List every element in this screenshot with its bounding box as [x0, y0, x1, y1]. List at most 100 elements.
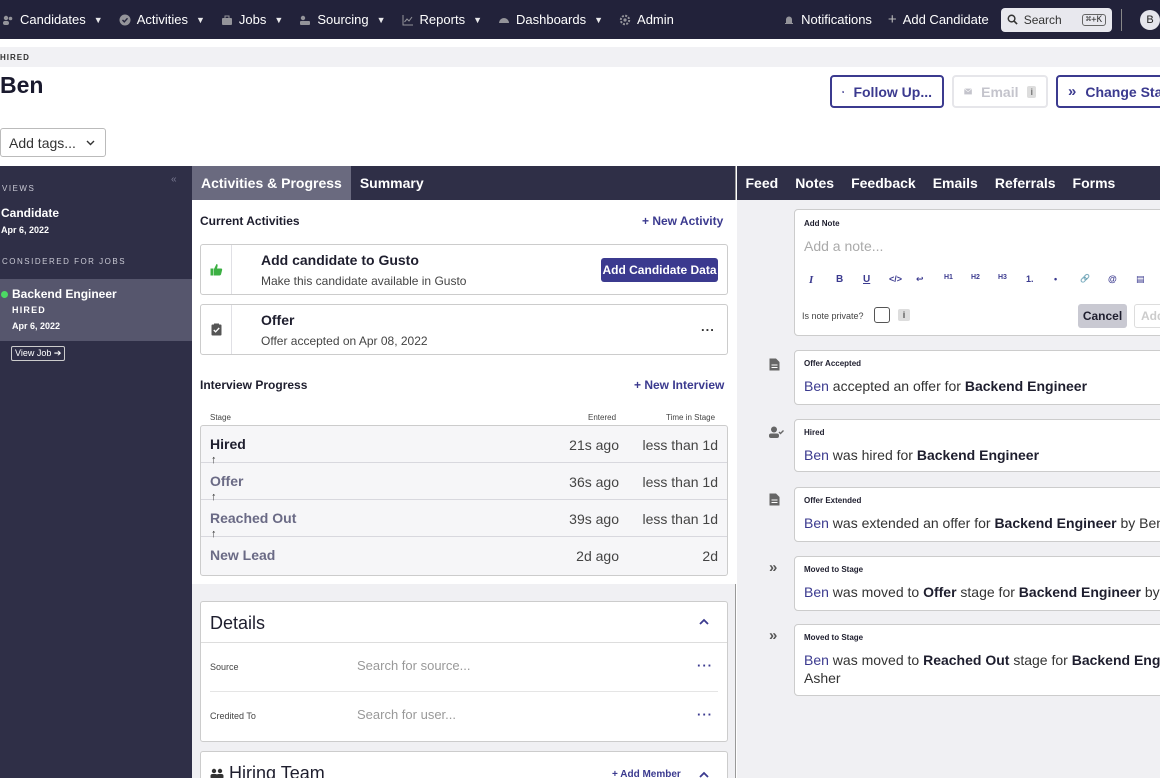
nav-candidates[interactable]: Candidates ▼: [0, 0, 111, 39]
feed-text-part: was hired for: [828, 447, 917, 463]
stage-time: less than 1d: [642, 437, 719, 453]
chevron-up-icon[interactable]: [699, 618, 709, 625]
add-member-label: Add Member: [620, 769, 681, 778]
h3-button[interactable]: H3: [998, 274, 1007, 281]
chevron-down-icon: ▼: [376, 14, 386, 25]
feed-text-part: was extended an offer for: [828, 515, 995, 531]
mention-button[interactable]: @: [1108, 274, 1117, 284]
nav-activities[interactable]: Activities ▼: [111, 0, 213, 39]
link-button[interactable]: 🔗: [1080, 274, 1090, 283]
view-item[interactable]: Candidate Apr 6, 2022: [1, 206, 59, 235]
stage-name: Hired: [210, 436, 246, 452]
more-options-icon[interactable]: ···: [697, 707, 713, 722]
feed-text-part: Asher: [804, 670, 841, 686]
nav-admin[interactable]: Admin: [611, 0, 682, 39]
nav-activities-label: Activities: [136, 12, 188, 27]
more-options-icon[interactable]: ...: [701, 319, 715, 334]
nav-jobs-label: Jobs: [238, 12, 267, 27]
details-title: Details: [210, 613, 266, 633]
tags-select[interactable]: Add tags...: [0, 128, 106, 157]
email-button[interactable]: Email i: [952, 75, 1048, 108]
nav-divider: [1121, 8, 1122, 31]
user-avatar[interactable]: B: [1140, 9, 1160, 30]
search-button[interactable]: Search ⌘+K: [1000, 7, 1112, 32]
add-candidate-button[interactable]: + Add Candidate: [880, 0, 997, 39]
new-interview-label: New Interview: [644, 378, 725, 392]
add-note-button[interactable]: Add: [1134, 304, 1160, 328]
new-activity-button[interactable]: + New Activity: [642, 214, 723, 228]
nav-reports[interactable]: Reports ▼: [394, 0, 490, 39]
collapse-sidebar-icon[interactable]: «: [171, 174, 177, 185]
user-check-icon: [769, 426, 784, 438]
chevron-up-icon[interactable]: [699, 771, 709, 778]
tags-placeholder: Add tags...: [9, 134, 76, 151]
nav-reports-label: Reports: [419, 12, 466, 27]
new-interview-button[interactable]: + New Interview: [634, 378, 724, 392]
change-stage-button[interactable]: » Change Stag: [1056, 75, 1160, 108]
italic-button[interactable]: I: [809, 274, 813, 286]
candidate-link[interactable]: Ben: [804, 584, 829, 600]
activity-icon-col: [201, 305, 232, 354]
candidate-link[interactable]: Ben: [804, 447, 829, 463]
thumbs-up-icon: [210, 264, 222, 276]
tab-summary[interactable]: Summary: [351, 166, 433, 200]
tab-notes[interactable]: Notes: [787, 166, 843, 200]
note-input[interactable]: Add a note...: [804, 238, 883, 254]
feed-text-bold: Reached Out: [923, 652, 1010, 668]
view-job-button[interactable]: View Job ➔: [11, 346, 66, 361]
job-item-backend-engineer[interactable]: Backend Engineer HIRED Apr 6, 2022: [0, 279, 192, 341]
current-activities-heading: Current Activities: [200, 214, 300, 228]
table-row[interactable]: Offer 36s ago less than 1d ↑: [201, 463, 727, 503]
notifications-button[interactable]: Notifications: [775, 0, 880, 39]
table-row[interactable]: Reached Out 39s ago less than 1d ↑: [201, 500, 727, 540]
feed-item-label: Moved to Stage: [804, 633, 864, 642]
tab-emails[interactable]: Emails: [924, 166, 986, 200]
bullet-list-button[interactable]: •: [1054, 274, 1057, 284]
gear-icon: [619, 14, 631, 25]
chevron-down-icon: ▼: [93, 14, 103, 25]
feed-text-bold: Backend Engineer: [916, 447, 1040, 463]
briefcase-icon: [221, 15, 232, 25]
job-date: Apr 6, 2022: [12, 321, 61, 331]
template-button[interactable]: ▤: [1136, 274, 1145, 285]
tab-referrals[interactable]: Referrals: [986, 166, 1064, 200]
candidate-link[interactable]: Ben: [804, 378, 829, 394]
feed-item-text: Ben was moved to Offer stage for Backend…: [804, 583, 1160, 601]
private-checkbox[interactable]: [874, 307, 890, 323]
new-activity-label: New Activity: [652, 214, 724, 228]
ordered-list-button[interactable]: 1.: [1026, 274, 1034, 284]
nav-dashboards[interactable]: Dashboards ▼: [490, 0, 611, 39]
feed-item: Hired Ben was hired for Backend Engineer: [794, 419, 1160, 472]
candidate-link[interactable]: Ben: [804, 652, 829, 668]
underline-button[interactable]: U: [863, 274, 870, 285]
tab-forms[interactable]: Forms: [1064, 166, 1124, 200]
table-row[interactable]: New Lead 2d ago 2d: [201, 537, 727, 574]
nav-jobs[interactable]: Jobs ▼: [213, 0, 291, 39]
feed-text-part: stage for: [1009, 652, 1072, 668]
tab-feed[interactable]: Feed: [737, 166, 787, 200]
bold-button[interactable]: B: [836, 274, 843, 285]
nav-sourcing[interactable]: Sourcing ▼: [291, 0, 393, 39]
feed-item: Moved to Stage Ben was moved to Offer st…: [794, 556, 1160, 611]
double-chevron-right-icon: »: [769, 559, 778, 576]
top-navigation: Candidates ▼ Activities ▼ Jobs ▼ Sourcing ▼ …: [0, 0, 1160, 39]
credited-to-input[interactable]: Search for user...: [357, 707, 456, 722]
tab-feedback[interactable]: Feedback: [843, 166, 925, 200]
stage-time: less than 1d: [642, 474, 719, 490]
h2-button[interactable]: H2: [971, 274, 980, 281]
undo-button[interactable]: ↩: [916, 274, 924, 285]
table-row[interactable]: Hired 21s ago less than 1d ↑: [201, 426, 727, 466]
tab-activities-progress[interactable]: Activities & Progress: [192, 166, 351, 200]
cancel-note-button[interactable]: Cancel: [1078, 304, 1127, 328]
code-button[interactable]: </>: [889, 274, 902, 284]
feed-item-label: Offer Extended: [804, 496, 862, 505]
source-input[interactable]: Search for source...: [357, 658, 470, 673]
follow-up-button[interactable]: Follow Up...: [830, 75, 944, 108]
add-member-button[interactable]: + Add Member: [612, 769, 681, 778]
stage-name: Reached Out: [210, 510, 297, 526]
plus-icon: +: [642, 214, 653, 228]
candidate-link[interactable]: Ben: [804, 515, 829, 531]
add-candidate-data-button[interactable]: Add Candidate Data: [601, 258, 718, 282]
more-options-icon[interactable]: ···: [697, 658, 713, 673]
h1-button[interactable]: H1: [944, 274, 953, 281]
